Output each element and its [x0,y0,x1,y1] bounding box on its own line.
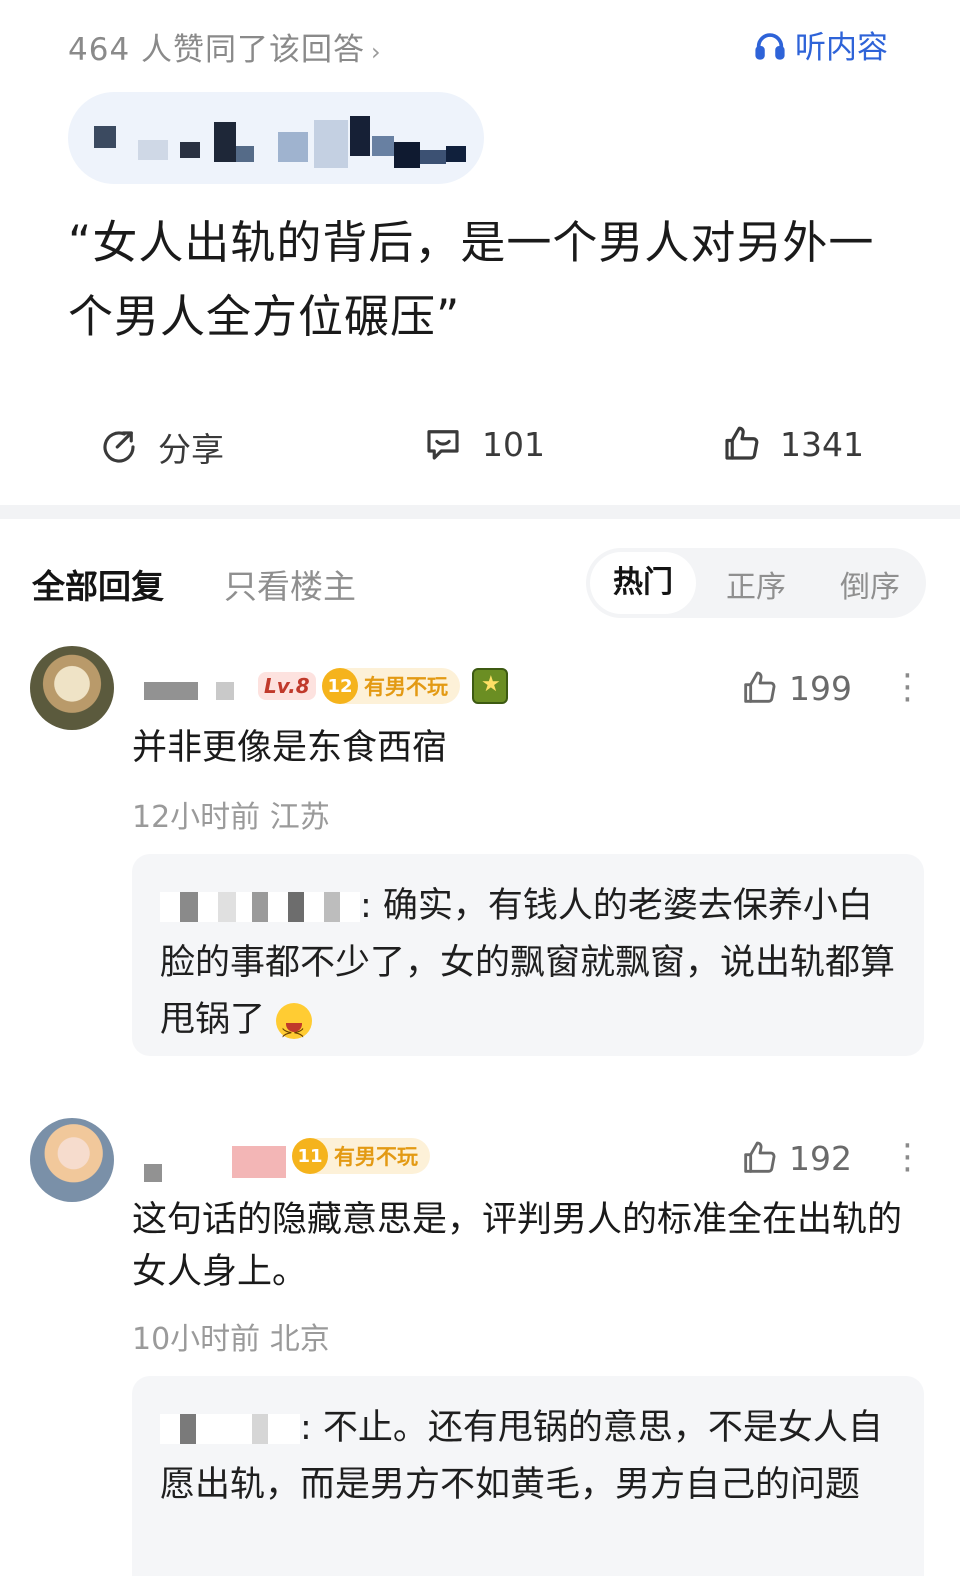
comment-item: 11 有男不玩 192 · · · 这句话的隐藏意思是，评判男人的标准全在出轨的女人… [0,1110,960,1576]
level-badge: Lv.8 [258,672,316,700]
username-redacted [216,682,234,700]
thumbs-up-icon [744,671,776,703]
comment-text: 并非更像是东食西宿 [132,728,448,768]
more-options-icon[interactable]: · · · [902,659,913,717]
chevron-right-icon: › [371,38,382,66]
comment-like-button[interactable]: 199 [739,668,852,708]
like-button[interactable]: 1341 [720,423,864,465]
sort-toggle-group: 热门 正序 倒序 [586,548,926,618]
comment-button[interactable]: 101 [422,423,545,465]
username-redacted[interactable] [144,682,198,700]
fan-badge: 11 有男不玩 [292,1138,430,1174]
author-name-redacted [68,92,484,184]
listen-label: 听内容 [795,30,888,66]
replies-tabs: 全部回复 只看楼主 热门 正序 倒序 [0,540,960,620]
sort-reverse-button[interactable]: 倒序 [840,562,900,606]
comment-like-count: 192 [789,1138,852,1178]
sort-hot-button[interactable]: 热门 [590,552,696,614]
reply-preview[interactable]: : 不止。还有甩锅的意思，不是女人自愿出轨，而是男方不如黄毛，男方自己的问题 [132,1376,924,1576]
share-button[interactable]: 分享 [98,423,224,471]
share-icon [103,431,135,463]
username-redacted[interactable] [144,1164,162,1182]
fan-badge: 12 有男不玩 [322,668,460,704]
laughing-emoji-icon [276,1003,313,1062]
medal-icon [472,668,508,704]
comment-item: Lv.8 12 有男不玩 199 ··· 并非更像是东食西宿 12小时前 江苏 … [0,640,960,1062]
more-options-icon[interactable]: · · · [902,1129,913,1187]
section-divider [0,505,960,519]
avatar[interactable] [30,1118,114,1202]
comment-meta: 12小时前 江苏 [132,800,330,835]
headphones-icon [755,32,785,60]
likes-summary-text: 464 人赞同了该回答 [68,32,366,68]
comment-like-button[interactable]: 192 [739,1138,852,1178]
comment-count: 101 [482,424,545,464]
avatar[interactable] [30,646,114,730]
share-label: 分享 [158,430,224,469]
reply-preview[interactable]: : 确实，有钱人的老婆去保养小白脸的事都不少了，女的飘窗就飘窗，说出轨都算甩锅了 [132,854,924,1062]
comment-meta: 10小时前 北京 [132,1322,330,1357]
tab-all-replies[interactable]: 全部回复 [32,560,164,608]
comment-like-count: 199 [789,668,852,708]
tab-owner-only[interactable]: 只看楼主 [224,560,356,608]
post-title: “女人出轨的背后，是一个男人对另外一个男人全方位碾压” [68,216,875,343]
thumbs-up-icon [744,1141,776,1173]
sort-order-button[interactable]: 正序 [726,562,786,606]
reply-username-redacted [160,1414,300,1444]
likes-summary-link[interactable]: 464 人赞同了该回答 › [68,24,382,69]
fan-badge-label: 有男不玩 [334,1145,418,1169]
top-bar: 464 人赞同了该回答 › 听内容 [0,0,960,90]
reply-content: : 不止。还有甩锅的意思，不是女人自愿出轨，而是男方不如黄毛，男方自己的问题 [160,1400,900,1514]
reply-username-redacted [160,892,360,922]
action-bar: 分享 101 1341 [0,405,960,485]
username-redacted [232,1146,286,1178]
thumbs-up-icon [725,426,759,460]
comment-icon [427,430,459,460]
fan-badge-label: 有男不玩 [364,675,448,699]
comment-text: 这句话的隐藏意思是，评判男人的标准全在出轨的女人身上。 [132,1200,903,1292]
fan-level-number: 12 [322,668,358,704]
listen-button[interactable]: 听内容 [753,22,888,67]
reply-content: : 确实，有钱人的老婆去保养小白脸的事都不少了，女的飘窗就飘窗，说出轨都算甩锅了 [160,878,900,1062]
like-count: 1341 [780,424,864,464]
fan-level-number: 11 [292,1138,328,1174]
